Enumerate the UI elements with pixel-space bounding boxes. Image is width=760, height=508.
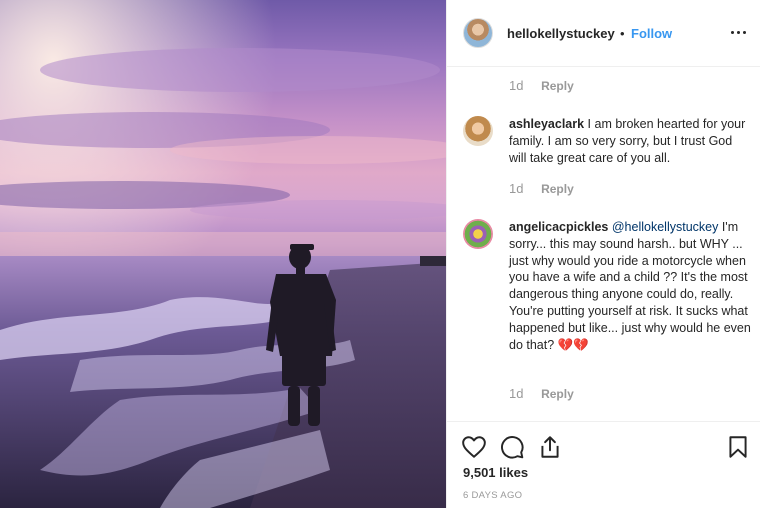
post-date[interactable]: 6 DAYS AGO	[463, 490, 522, 501]
more-options-icon[interactable]	[729, 22, 749, 42]
post-header: hellokellystuckey • Follow	[447, 0, 760, 67]
author-username[interactable]: hellokellystuckey	[507, 26, 615, 41]
comment-time: 1d	[509, 181, 524, 196]
commenter-avatar[interactable]	[463, 219, 493, 249]
comment-time: 1d	[509, 386, 524, 401]
comment-meta: 1d Reply	[509, 78, 574, 93]
comment-text: I'm sorry... this may sound harsh.. but …	[509, 220, 751, 352]
comment-meta: 1d Reply	[509, 386, 574, 401]
post-side-panel: hellokellystuckey • Follow 1d Reply ashl…	[446, 0, 760, 508]
comment-item: angelicacpickles @hellokellystuckey I'm …	[463, 219, 753, 379]
share-icon[interactable]	[537, 434, 563, 460]
commenter-username[interactable]: ashleyaclark	[509, 117, 584, 131]
comment-item: ashleyaclark I am broken hearted for you…	[463, 116, 753, 176]
post-photo[interactable]	[0, 0, 446, 508]
comment-time: 1d	[509, 78, 524, 93]
reply-button[interactable]: Reply	[541, 79, 574, 93]
comment-body: ashleyaclark I am broken hearted for you…	[509, 116, 753, 166]
commenter-username[interactable]: angelicacpickles	[509, 220, 608, 234]
bookmark-icon[interactable]	[725, 434, 751, 460]
reply-button[interactable]: Reply	[541, 387, 574, 401]
comment-icon[interactable]	[499, 434, 525, 460]
commenter-avatar[interactable]	[463, 116, 493, 146]
reply-button[interactable]: Reply	[541, 182, 574, 196]
heart-icon[interactable]	[461, 434, 487, 460]
mention-link[interactable]: @hellokellystuckey	[612, 220, 718, 234]
author-avatar[interactable]	[463, 18, 493, 48]
beach-sunset-image	[0, 0, 446, 508]
likes-count[interactable]: 9,501 likes	[463, 465, 528, 480]
follow-button[interactable]: Follow	[631, 26, 672, 41]
comment-body: angelicacpickles @hellokellystuckey I'm …	[509, 219, 753, 353]
comment-meta: 1d Reply	[509, 181, 574, 196]
post-actions: 9,501 likes 6 DAYS AGO	[447, 421, 760, 508]
separator-dot: •	[620, 26, 625, 41]
